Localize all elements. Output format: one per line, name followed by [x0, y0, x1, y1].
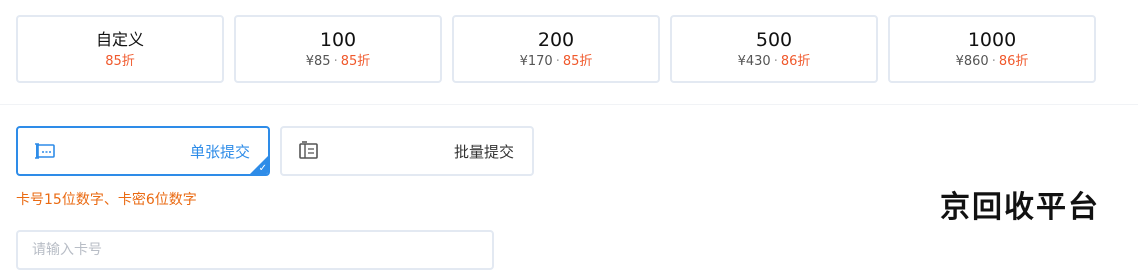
submit-mode-tabs: 单张提交 ✓ 批量提交 [16, 126, 534, 176]
price-label: ¥430 [737, 53, 771, 69]
batch-card-icon [298, 140, 320, 162]
price-label: ¥85 [305, 53, 331, 69]
single-card-icon [34, 140, 56, 162]
denomination-card-200[interactable]: 200 ¥170 · 85折 [452, 15, 660, 83]
discount-label: 85折 [340, 53, 371, 69]
batch-submit-tab[interactable]: 批量提交 [280, 126, 534, 176]
input-format-hint: 卡号15位数字、卡密6位数字 [16, 192, 197, 208]
price-label: ¥860 [955, 53, 989, 69]
price-label: ¥170 [519, 53, 553, 69]
denomination-price-line: ¥430 · 86折 [738, 53, 811, 70]
denomination-price-line: ¥170 · 85折 [520, 53, 593, 70]
check-icon: ✓ [258, 163, 267, 174]
discount-label: 85折 [562, 53, 593, 69]
denomination-amount: 自定义 [95, 29, 144, 49]
denomination-options: 自定义 85折 100 ¥85 · 85折 200 ¥170 · 85折 500 ¥43… [16, 15, 1096, 83]
separator: · [333, 53, 338, 69]
discount-label: 86折 [998, 53, 1029, 69]
single-submit-label: 单张提交 [189, 142, 250, 161]
denomination-card-1000[interactable]: 1000 ¥860 · 86折 [888, 15, 1096, 83]
denomination-amount: 500 [755, 28, 793, 51]
denomination-amount: 200 [537, 28, 575, 51]
single-submit-tab[interactable]: 单张提交 ✓ [16, 126, 270, 176]
separator: · [991, 53, 996, 69]
section-divider [0, 104, 1138, 105]
denomination-price-line: ¥85 · 85折 [306, 53, 371, 70]
denomination-card-500[interactable]: 500 ¥430 · 86折 [670, 15, 878, 83]
separator: · [555, 53, 560, 69]
watermark-text: 京回收平台 [940, 190, 1100, 225]
denomination-price-line: 85折 [105, 53, 135, 70]
card-number-input[interactable] [18, 232, 492, 268]
denomination-card-custom[interactable]: 自定义 85折 [16, 15, 224, 83]
denomination-card-100[interactable]: 100 ¥85 · 85折 [234, 15, 442, 83]
denomination-price-line: ¥860 · 86折 [956, 53, 1029, 70]
discount-label: 86折 [780, 53, 811, 69]
discount-label: 85折 [105, 53, 135, 69]
denomination-amount: 1000 [967, 28, 1017, 51]
separator: · [773, 53, 778, 69]
batch-submit-label: 批量提交 [453, 142, 514, 161]
denomination-amount: 100 [319, 28, 357, 51]
card-number-field [16, 230, 494, 270]
